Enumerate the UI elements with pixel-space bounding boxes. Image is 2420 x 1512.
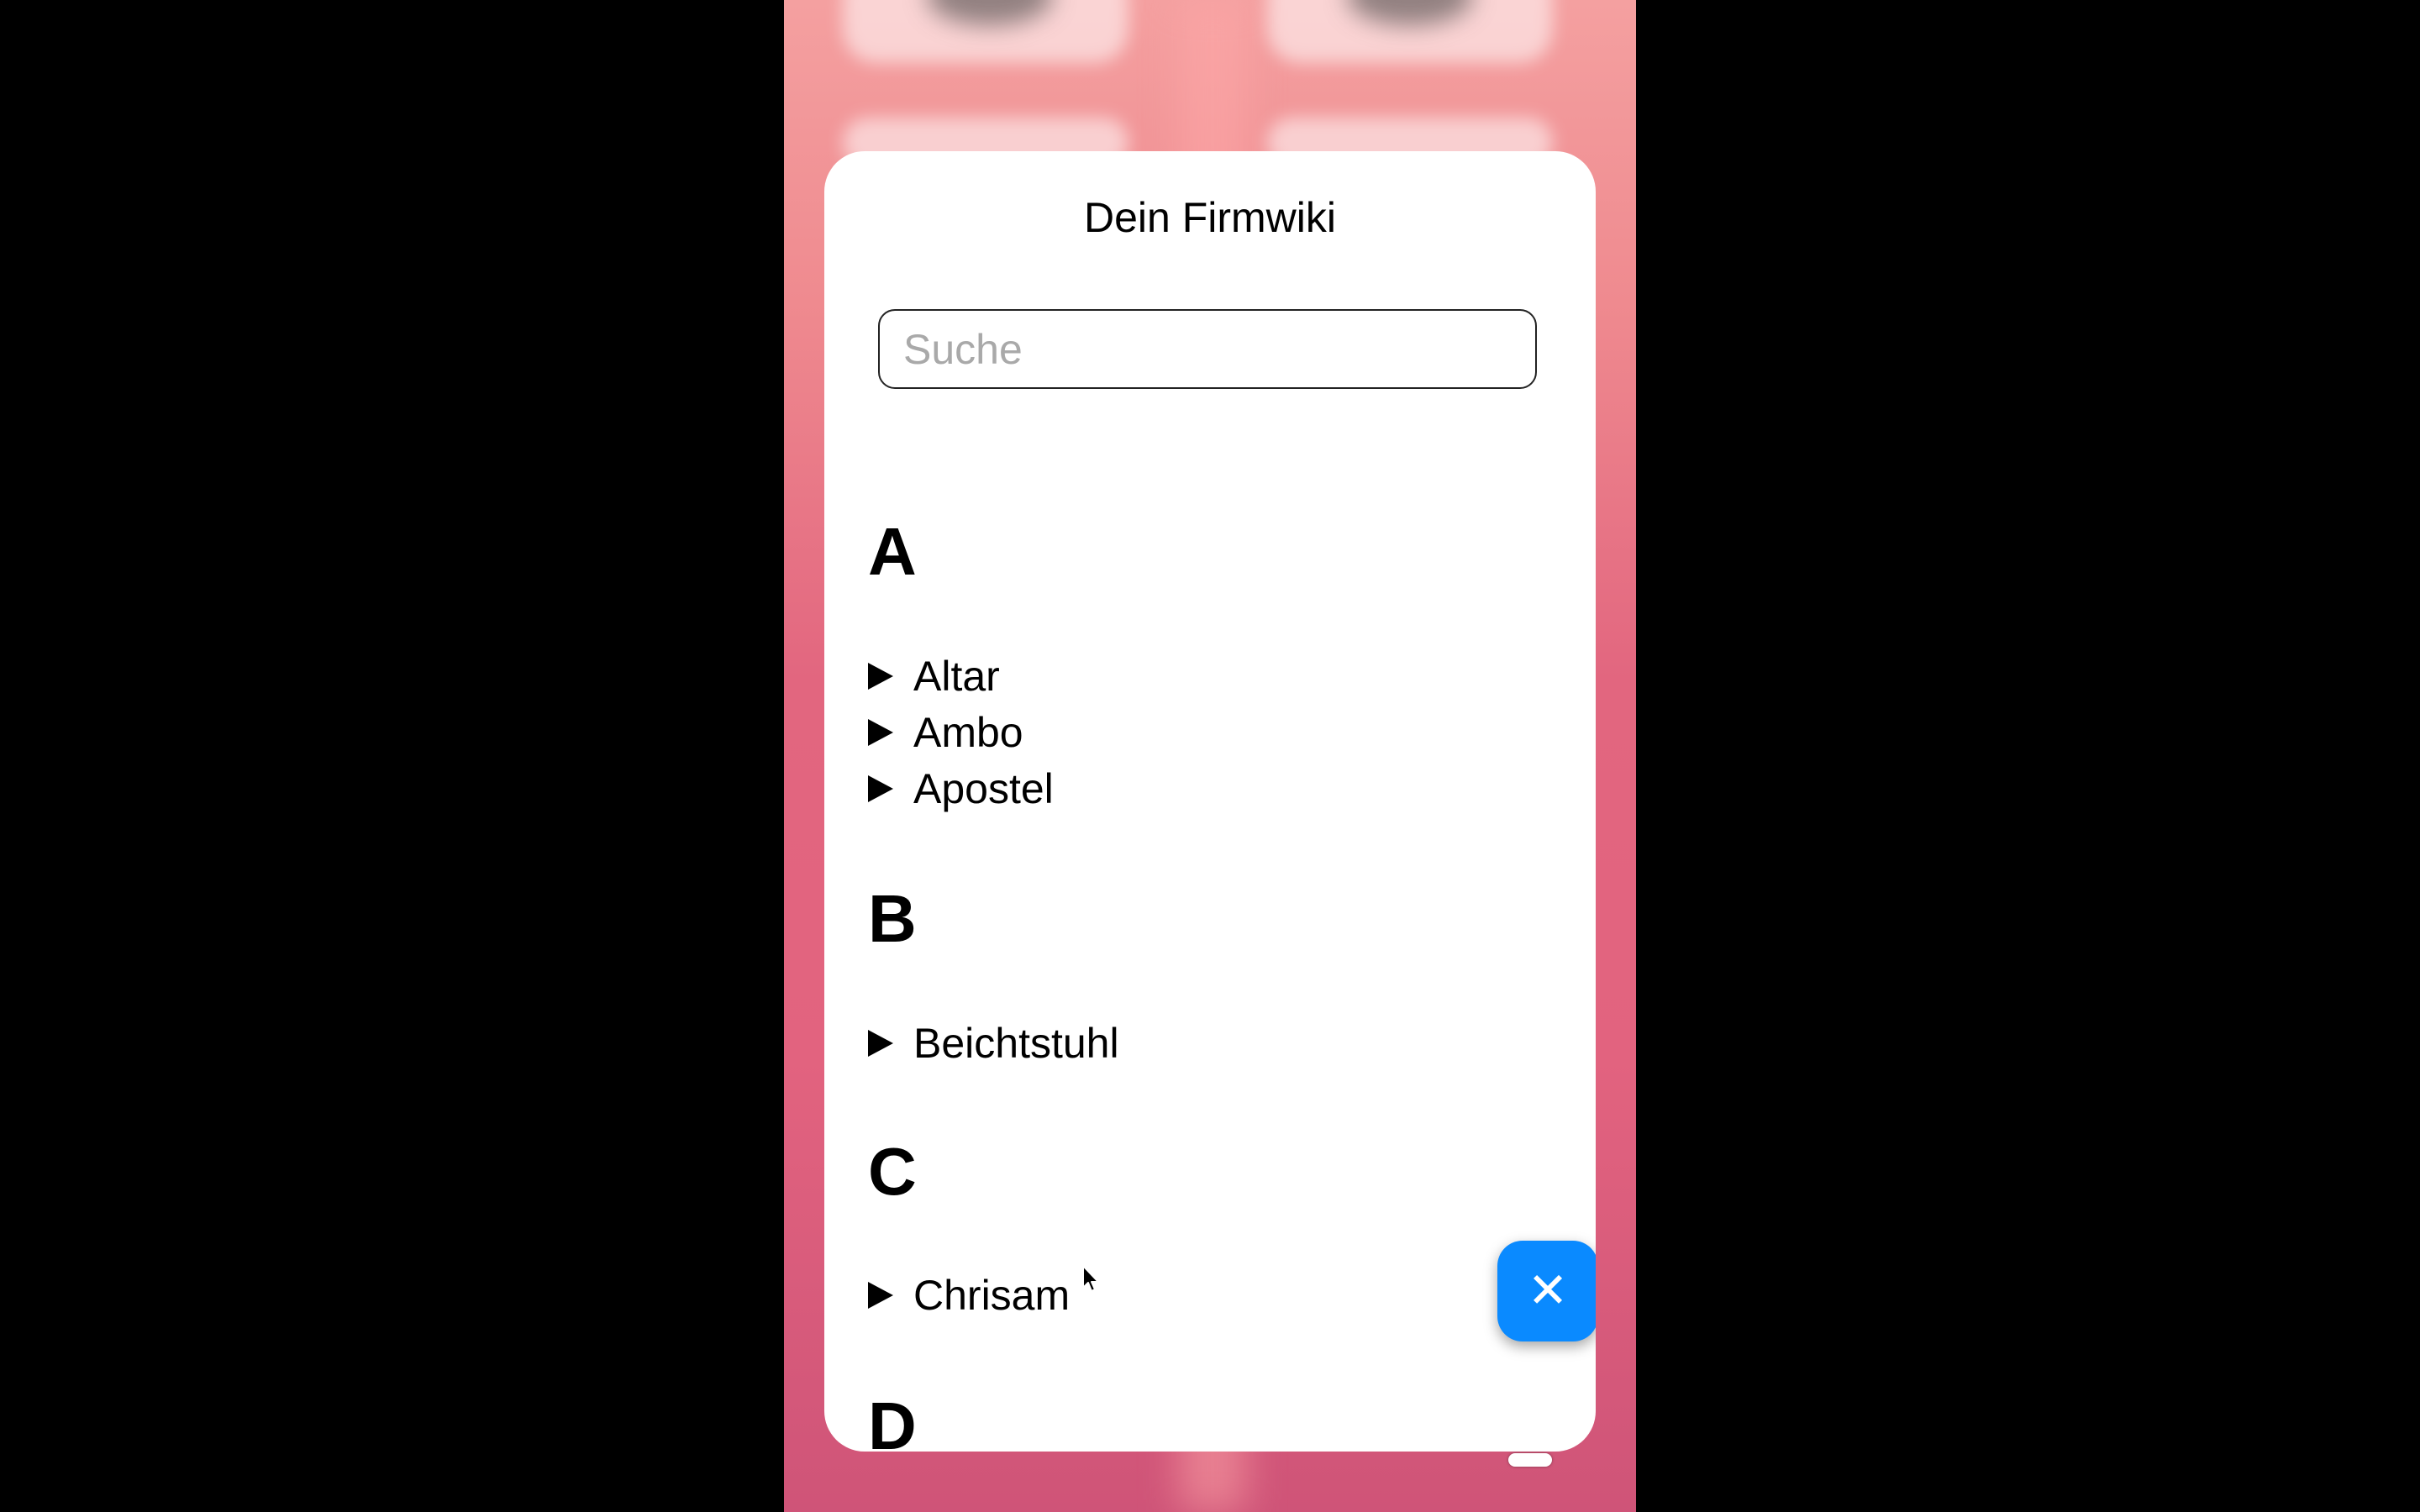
list-item-apostel[interactable]: Apostel: [866, 761, 1054, 816]
list-item-altar[interactable]: Altar: [866, 648, 1000, 704]
list-item-chrisam[interactable]: Chrisam: [866, 1268, 1070, 1323]
disclosure-triangle-icon: [868, 663, 893, 690]
search-input[interactable]: [878, 309, 1537, 389]
disclosure-triangle-icon: [868, 1030, 893, 1057]
list-item-label: Ambo: [913, 709, 1023, 756]
list-item-label: Altar: [913, 653, 1000, 700]
app-screen: Dein Firmwiki A Altar Ambo Apostel B Bei…: [784, 0, 1636, 1512]
section-header-b: B: [868, 881, 917, 956]
list-item-label: Chrisam: [913, 1272, 1071, 1319]
section-header-c: C: [868, 1134, 917, 1209]
mouse-cursor-icon: [1082, 1265, 1099, 1292]
disclosure-triangle-icon: [868, 719, 893, 746]
close-icon: ✕: [1527, 1263, 1569, 1318]
page-title: Dein Firmwiki: [1084, 194, 1336, 241]
list-item-ambo[interactable]: Ambo: [866, 705, 1023, 760]
section-header-d: D: [868, 1389, 917, 1452]
list-item-label: Beichtstuhl: [913, 1020, 1119, 1067]
home-indicator[interactable]: [1508, 1453, 1552, 1467]
disclosure-triangle-icon: [868, 1282, 893, 1309]
close-button[interactable]: ✕: [1497, 1241, 1596, 1341]
firmwiki-sheet: Dein Firmwiki A Altar Ambo Apostel B Bei…: [824, 151, 1596, 1452]
disclosure-triangle-icon: [868, 775, 893, 802]
section-header-a: A: [868, 514, 917, 589]
list-item-label: Apostel: [913, 765, 1054, 812]
list-item-beichtstuhl[interactable]: Beichtstuhl: [866, 1016, 1119, 1071]
